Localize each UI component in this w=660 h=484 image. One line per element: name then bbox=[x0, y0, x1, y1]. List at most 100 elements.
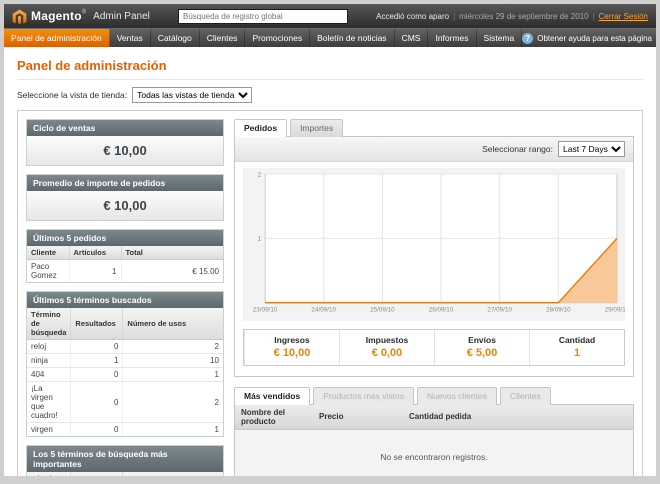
nav-item[interactable]: CMS bbox=[395, 29, 429, 47]
chart-area: 23/09/10 24/09/10 25/09/10 26/09/10 27/09/10… bbox=[235, 162, 633, 323]
help-label: Obtener ayuda para esta página bbox=[537, 34, 652, 43]
help-icon: ? bbox=[522, 33, 533, 44]
global-search bbox=[158, 9, 368, 24]
chart-tab[interactable]: Pedidos bbox=[234, 119, 287, 137]
column-header: Número de usos bbox=[123, 308, 223, 340]
total-item: Impuestos € 0,00 bbox=[339, 330, 434, 365]
range-select[interactable]: Last 7 Days bbox=[558, 141, 625, 157]
total-value: € 10,00 bbox=[245, 347, 339, 359]
total-value: € 5,00 bbox=[435, 347, 529, 359]
search-term-row[interactable]: ¡La virgen que cuadro! 0 2 bbox=[27, 382, 223, 423]
dashboard-sidebar: Ciclo de ventas € 10,00 Promedio de impo… bbox=[26, 119, 224, 476]
box-title: Últimos 5 términos buscados bbox=[27, 292, 223, 308]
grid-tabs: Más vendidos Productos más vistos Nuevos… bbox=[234, 387, 634, 404]
column-header: Total bbox=[121, 246, 223, 260]
magento-logo-icon bbox=[12, 9, 27, 24]
search-results: 0 bbox=[71, 340, 123, 354]
store-view-select[interactable]: Todas las vistas de tienda bbox=[132, 87, 252, 103]
products-grid-section: Más vendidos Productos más vistos Nuevos… bbox=[234, 387, 634, 476]
logo-admin-text: Admin Panel bbox=[93, 11, 150, 22]
orders-chart: 23/09/10 24/09/10 25/09/10 26/09/10 27/09/10… bbox=[243, 168, 625, 321]
search-uses: 1 bbox=[123, 423, 223, 437]
svg-text:23/09/10: 23/09/10 bbox=[253, 307, 278, 314]
column-header: Término de búsqueda bbox=[27, 308, 71, 340]
average-orders-box: Promedio de importe de pedidos € 10,00 bbox=[26, 174, 224, 221]
total-label: Envíos bbox=[435, 335, 529, 345]
main-nav: Panel de administración Ventas Catálogo … bbox=[4, 29, 522, 47]
search-results: 0 bbox=[71, 382, 123, 423]
search-term-row[interactable]: 404 0 1 bbox=[27, 368, 223, 382]
store-switcher: Seleccione la vista de tienda: Todas las… bbox=[17, 87, 643, 103]
top-search-terms-table: Término de búsquedaResultadosNúmero de u… bbox=[27, 472, 223, 476]
magento-logo-link[interactable]: Magento® Admin Panel bbox=[12, 7, 150, 25]
search-results: 1 bbox=[71, 354, 123, 368]
global-search-input[interactable] bbox=[178, 9, 348, 24]
logo-text: Magento® bbox=[31, 7, 86, 25]
chart-tabs: Pedidos Importes bbox=[234, 119, 634, 136]
grid-tab[interactable]: Clientes bbox=[500, 387, 551, 405]
search-term: virgen bbox=[27, 423, 71, 437]
range-bar: Seleccionar rango: Last 7 Days bbox=[235, 137, 633, 162]
svg-text:26/09/10: 26/09/10 bbox=[429, 307, 454, 314]
grid-tab[interactable]: Más vendidos bbox=[234, 387, 310, 405]
nav-item[interactable]: Boletín de noticias bbox=[310, 29, 394, 47]
products-grid-panel: Nombre del productoPrecioCantidad pedida… bbox=[234, 404, 634, 476]
box-title: Ciclo de ventas bbox=[27, 120, 223, 136]
order-items: 1 bbox=[69, 260, 121, 283]
nav-item[interactable]: Informes bbox=[428, 29, 476, 47]
search-term: ninja bbox=[27, 354, 71, 368]
total-value: 1 bbox=[530, 347, 624, 359]
separator: | bbox=[593, 12, 595, 21]
nav-item[interactable]: Clientes bbox=[200, 29, 246, 47]
logout-link[interactable]: Cerrar Sesión bbox=[599, 12, 648, 21]
search-uses: 10 bbox=[123, 354, 223, 368]
svg-text:27/09/10: 27/09/10 bbox=[487, 307, 512, 314]
svg-text:25/09/10: 25/09/10 bbox=[370, 307, 395, 314]
order-row[interactable]: Paco Gomez 1 € 15.00 bbox=[27, 260, 223, 283]
grid-tab[interactable]: Productos más vistos bbox=[313, 387, 414, 405]
search-term-row[interactable]: reloj 0 2 bbox=[27, 340, 223, 354]
search-results: 0 bbox=[71, 368, 123, 382]
last-orders-box: Últimos 5 pedidos ClienteArtículosTotal … bbox=[26, 229, 224, 283]
page-title: Panel de administración bbox=[17, 58, 643, 73]
search-term-row[interactable]: virgen 0 1 bbox=[27, 423, 223, 437]
nav-item[interactable]: Catálogo bbox=[151, 29, 200, 47]
search-term-row[interactable]: ninja 1 10 bbox=[27, 354, 223, 368]
column-header: Número de usos bbox=[123, 472, 223, 476]
column-header: Resultados bbox=[71, 472, 123, 476]
search-term: reloj bbox=[27, 340, 71, 354]
separator: | bbox=[453, 12, 455, 21]
svg-text:24/09/10: 24/09/10 bbox=[311, 307, 336, 314]
column-header: Resultados bbox=[71, 308, 123, 340]
total-label: Ingresos bbox=[245, 335, 339, 345]
svg-text:28/09/10: 28/09/10 bbox=[546, 307, 571, 314]
admin-page: Magento® Admin Panel Accedió como aparo … bbox=[4, 4, 656, 476]
search-uses: 2 bbox=[123, 382, 223, 423]
grid-tab[interactable]: Nuevos clientes bbox=[417, 387, 497, 405]
logged-in-as: Accedió como aparo bbox=[376, 12, 449, 21]
help-link[interactable]: ? Obtener ayuda para esta página bbox=[522, 29, 656, 47]
page-header: Panel de administración bbox=[17, 55, 643, 80]
grid-column-header: Precio bbox=[313, 405, 403, 430]
total-label: Impuestos bbox=[340, 335, 434, 345]
search-results: 0 bbox=[71, 423, 123, 437]
total-value: € 0,00 bbox=[340, 347, 434, 359]
lifetime-sales-box: Ciclo de ventas € 10,00 bbox=[26, 119, 224, 166]
empty-message: No se encontraron registros. bbox=[235, 429, 633, 476]
order-total: € 15.00 bbox=[121, 260, 223, 283]
range-label: Seleccionar rango: bbox=[482, 144, 553, 154]
dashboard-main: Pedidos Importes Seleccionar rango: Last… bbox=[234, 119, 634, 476]
dashboard-container: Ciclo de ventas € 10,00 Promedio de impo… bbox=[17, 110, 643, 476]
column-header: Término de búsqueda bbox=[27, 472, 71, 476]
top-search-terms-box: Los 5 términos de búsqueda más important… bbox=[26, 445, 224, 476]
column-header: Cliente bbox=[27, 246, 69, 260]
nav-item[interactable]: Promociones bbox=[245, 29, 310, 47]
nav-item[interactable]: Panel de administración bbox=[4, 29, 110, 47]
search-term: ¡La virgen que cuadro! bbox=[27, 382, 71, 423]
search-term: 404 bbox=[27, 368, 71, 382]
chart-tab[interactable]: Importes bbox=[290, 119, 343, 137]
top-header: Magento® Admin Panel Accedió como aparo … bbox=[4, 4, 656, 28]
registered-mark: ® bbox=[82, 10, 86, 16]
nav-item[interactable]: Sistema bbox=[477, 29, 523, 47]
nav-item[interactable]: Ventas bbox=[110, 29, 151, 47]
